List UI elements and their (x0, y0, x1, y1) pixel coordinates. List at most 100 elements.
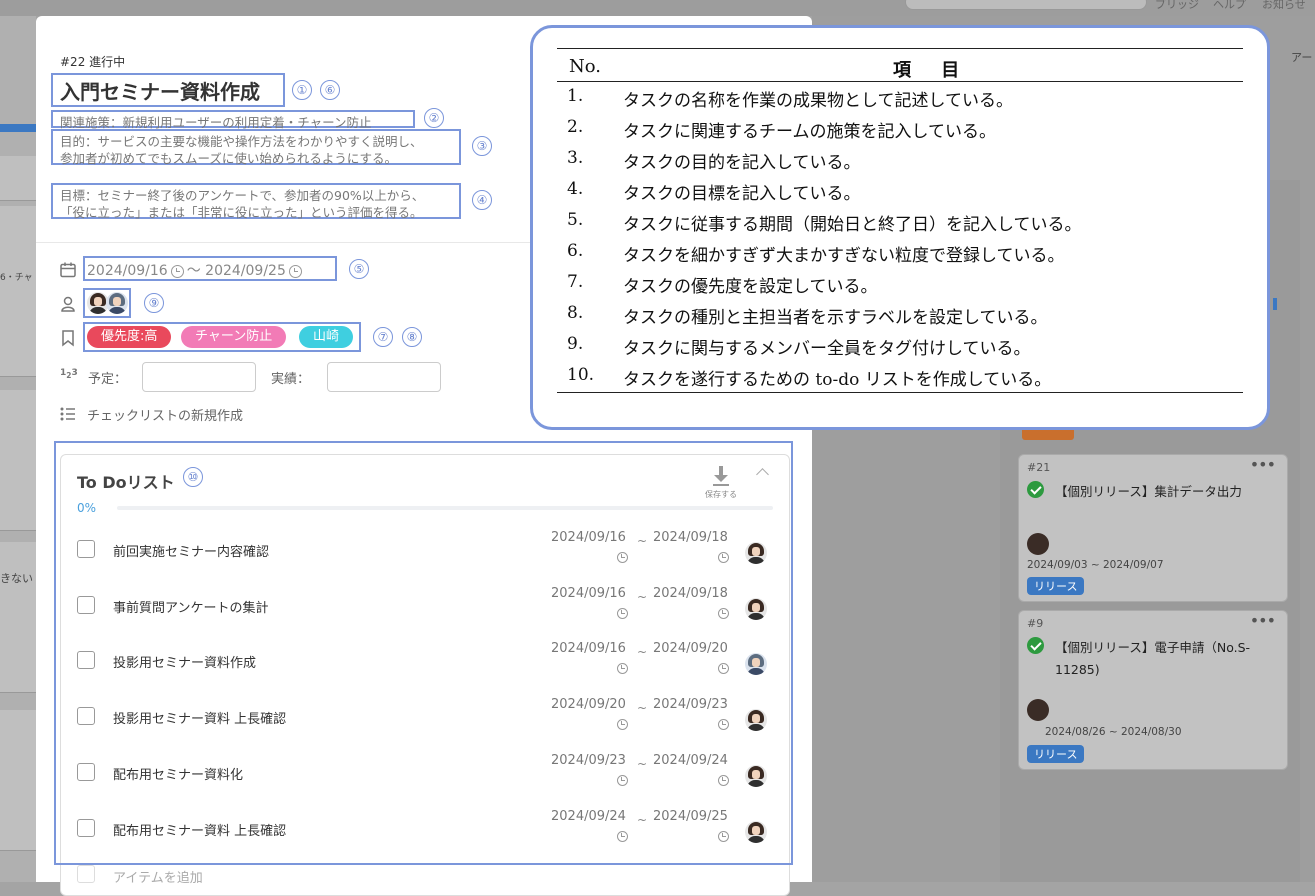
card-more-icon[interactable]: ••• (1250, 611, 1276, 630)
card-avatar (1027, 699, 1049, 721)
background-search-box (905, 0, 1147, 10)
new-checklist-link[interactable]: チェックリストの新規作成 (87, 405, 243, 424)
card-done-check-icon (1027, 481, 1044, 498)
row-number: 4. (567, 179, 584, 199)
background-left-column: 6・チャ きない (0, 16, 36, 882)
row-number: 5. (567, 210, 584, 230)
row-number: 1. (567, 86, 584, 106)
background-left-snippet: 6・チャ (0, 273, 33, 283)
annotation-marker-9: ⑨ (144, 293, 164, 313)
checklist-table-row: 4. タスクの目標を記入している。 (533, 179, 1273, 210)
row-number: 8. (567, 303, 584, 323)
row-text: タスクを細かすぎず大まかすぎない粒度で登録している。 (623, 246, 1065, 266)
background-topbar: ブリッジ ヘルプ お知らせ (0, 0, 1315, 16)
end-date[interactable]: 2024/09/25 (205, 263, 286, 279)
label-yamazaki[interactable]: 山崎 (299, 326, 354, 348)
checklist-table-row: 8. タスクの種別と主担当者を示すラベルを設定している。 (533, 303, 1273, 334)
background-left-card (0, 390, 36, 531)
background-nav-bridge: ブリッジ (1155, 0, 1199, 11)
checklist-table-row: 1. タスクの名称を作業の成果物として記述している。 (533, 86, 1273, 117)
table-bottom-rule (557, 392, 1243, 393)
background-right-tab: アー (1291, 51, 1313, 64)
card-dates: 2024/08/26 ~ 2024/08/30 (1045, 726, 1182, 738)
clock-icon (288, 264, 302, 278)
person-icon (61, 296, 75, 312)
checklist-table-row: 7. タスクの優先度を設定している。 (533, 272, 1273, 303)
annotation-box-todo (54, 441, 793, 865)
date-separator: 〜 (186, 263, 201, 279)
label-churn[interactable]: チャーン防止 (181, 326, 287, 348)
annotation-marker-4: ④ (472, 190, 492, 210)
add-item-label[interactable]: アイテムを追加 (113, 871, 203, 886)
card-dates: 2024/09/03 ~ 2024/09/07 (1027, 559, 1164, 571)
actual-label: 実績： (271, 372, 311, 387)
checklist-table-row: 5. タスクに従事する期間（開始日と終了日）を記入している。 (533, 210, 1273, 241)
start-date[interactable]: 2024/09/16 (87, 263, 168, 279)
goal-line-2: 「役に立った」または「非常に役に立った」という評価を得る。 (60, 205, 423, 220)
row-number: 10. (567, 365, 595, 385)
clock-icon (170, 264, 184, 278)
label-priority[interactable]: 優先度:高 (87, 326, 172, 348)
annotation-marker-6: ⑥ (320, 80, 340, 100)
row-text: タスクに従事する期間（開始日と終了日）を記入している。 (623, 215, 1082, 235)
annotation-marker-5: ⑤ (349, 259, 369, 279)
section-divider (36, 242, 536, 243)
background-nav-help: ヘルプ (1213, 0, 1246, 11)
row-number: 7. (567, 272, 584, 292)
row-number: 3. (567, 148, 584, 168)
card-number: #9 (1027, 617, 1044, 630)
background-task-card[interactable]: #9 ••• 【個別リリース】電子申請（No.S-11285) 2024/08/… (1018, 610, 1288, 770)
task-number-status: #22 進行中 (60, 55, 126, 69)
row-text: タスクの名称を作業の成果物として記述している。 (623, 91, 1013, 111)
background-task-card[interactable]: #21 ••• 【個別リリース】集計データ出力 2024/09/03 ~ 202… (1018, 454, 1288, 602)
task-period[interactable]: 2024/09/16 〜 2024/09/25 (87, 260, 305, 280)
checklist-table-row: 2. タスクに関連するチームの施策を記入している。 (533, 117, 1273, 148)
estimate-label: 予定： (88, 372, 128, 387)
row-number: 2. (567, 117, 584, 137)
background-left-card (0, 710, 36, 851)
annotation-marker-3: ③ (472, 136, 492, 156)
row-number: 6. (567, 241, 584, 261)
checklist-table-row: 9. タスクに関与するメンバー全員をタグ付けしている。 (533, 334, 1273, 365)
bookmark-icon (62, 330, 74, 347)
table-header-item: 項 目 (893, 60, 972, 81)
row-text: タスクの種別と主担当者を示すラベルを設定している。 (623, 308, 1048, 328)
annotation-marker-1: ① (292, 80, 312, 100)
card-number: #21 (1027, 461, 1051, 474)
checklist-table-row: 6. タスクを細かすぎず大まかすぎない粒度で登録している。 (533, 241, 1273, 272)
card-title: 【個別リリース】電子申請（No.S-11285) (1055, 640, 1251, 677)
background-left-card (0, 206, 36, 377)
card-avatar (1027, 533, 1049, 555)
checklist-table-row: 3. タスクの目的を記入している。 (533, 148, 1273, 179)
card-done-check-icon (1027, 637, 1044, 654)
row-text: タスクに関与するメンバー全員をタグ付けしている。 (623, 339, 1031, 359)
card-tag: リリース (1027, 577, 1085, 595)
row-text: タスクに関連するチームの施策を記入している。 (623, 122, 996, 142)
add-item-checkbox (77, 865, 95, 883)
card-more-icon[interactable]: ••• (1250, 455, 1276, 474)
table-header-no: No. (569, 56, 601, 77)
calendar-icon (60, 262, 76, 278)
task-title[interactable]: 入門セミナー資料作成 (60, 76, 260, 105)
annotation-marker-7: ⑦ (373, 327, 393, 347)
card-title: 【個別リリース】集計データ出力 (1055, 484, 1242, 499)
list-icon (60, 407, 75, 421)
background-left-card (0, 542, 36, 693)
member-avatar[interactable] (106, 292, 128, 314)
estimate-icon: 123 (60, 368, 78, 380)
row-text: タスクを遂行するための to-do リストを作成している。 (623, 370, 1052, 390)
row-text: タスクの目標を記入している。 (623, 184, 861, 204)
card-tag: リリース (1027, 745, 1085, 763)
add-item-row[interactable]: アイテムを追加 (77, 865, 203, 886)
row-text: タスクの優先度を設定している。 (623, 277, 878, 297)
actual-input[interactable] (327, 362, 441, 392)
estimate-input[interactable] (142, 362, 256, 392)
row-number: 9. (567, 334, 584, 354)
annotation-marker-2: ② (424, 108, 444, 128)
background-blue-strip (0, 124, 36, 132)
table-top-rule (557, 48, 1243, 49)
checklist-callout: No. 項 目 1. タスクの名称を作業の成果物として記述している。 2. タスクに関… (530, 25, 1270, 430)
background-nav-news: お知らせ (1262, 0, 1306, 11)
background-left-snippet: きない (0, 572, 33, 585)
purpose-line-2: 参加者が初めてでもスムーズに使い始められるようにする。 (60, 151, 398, 166)
